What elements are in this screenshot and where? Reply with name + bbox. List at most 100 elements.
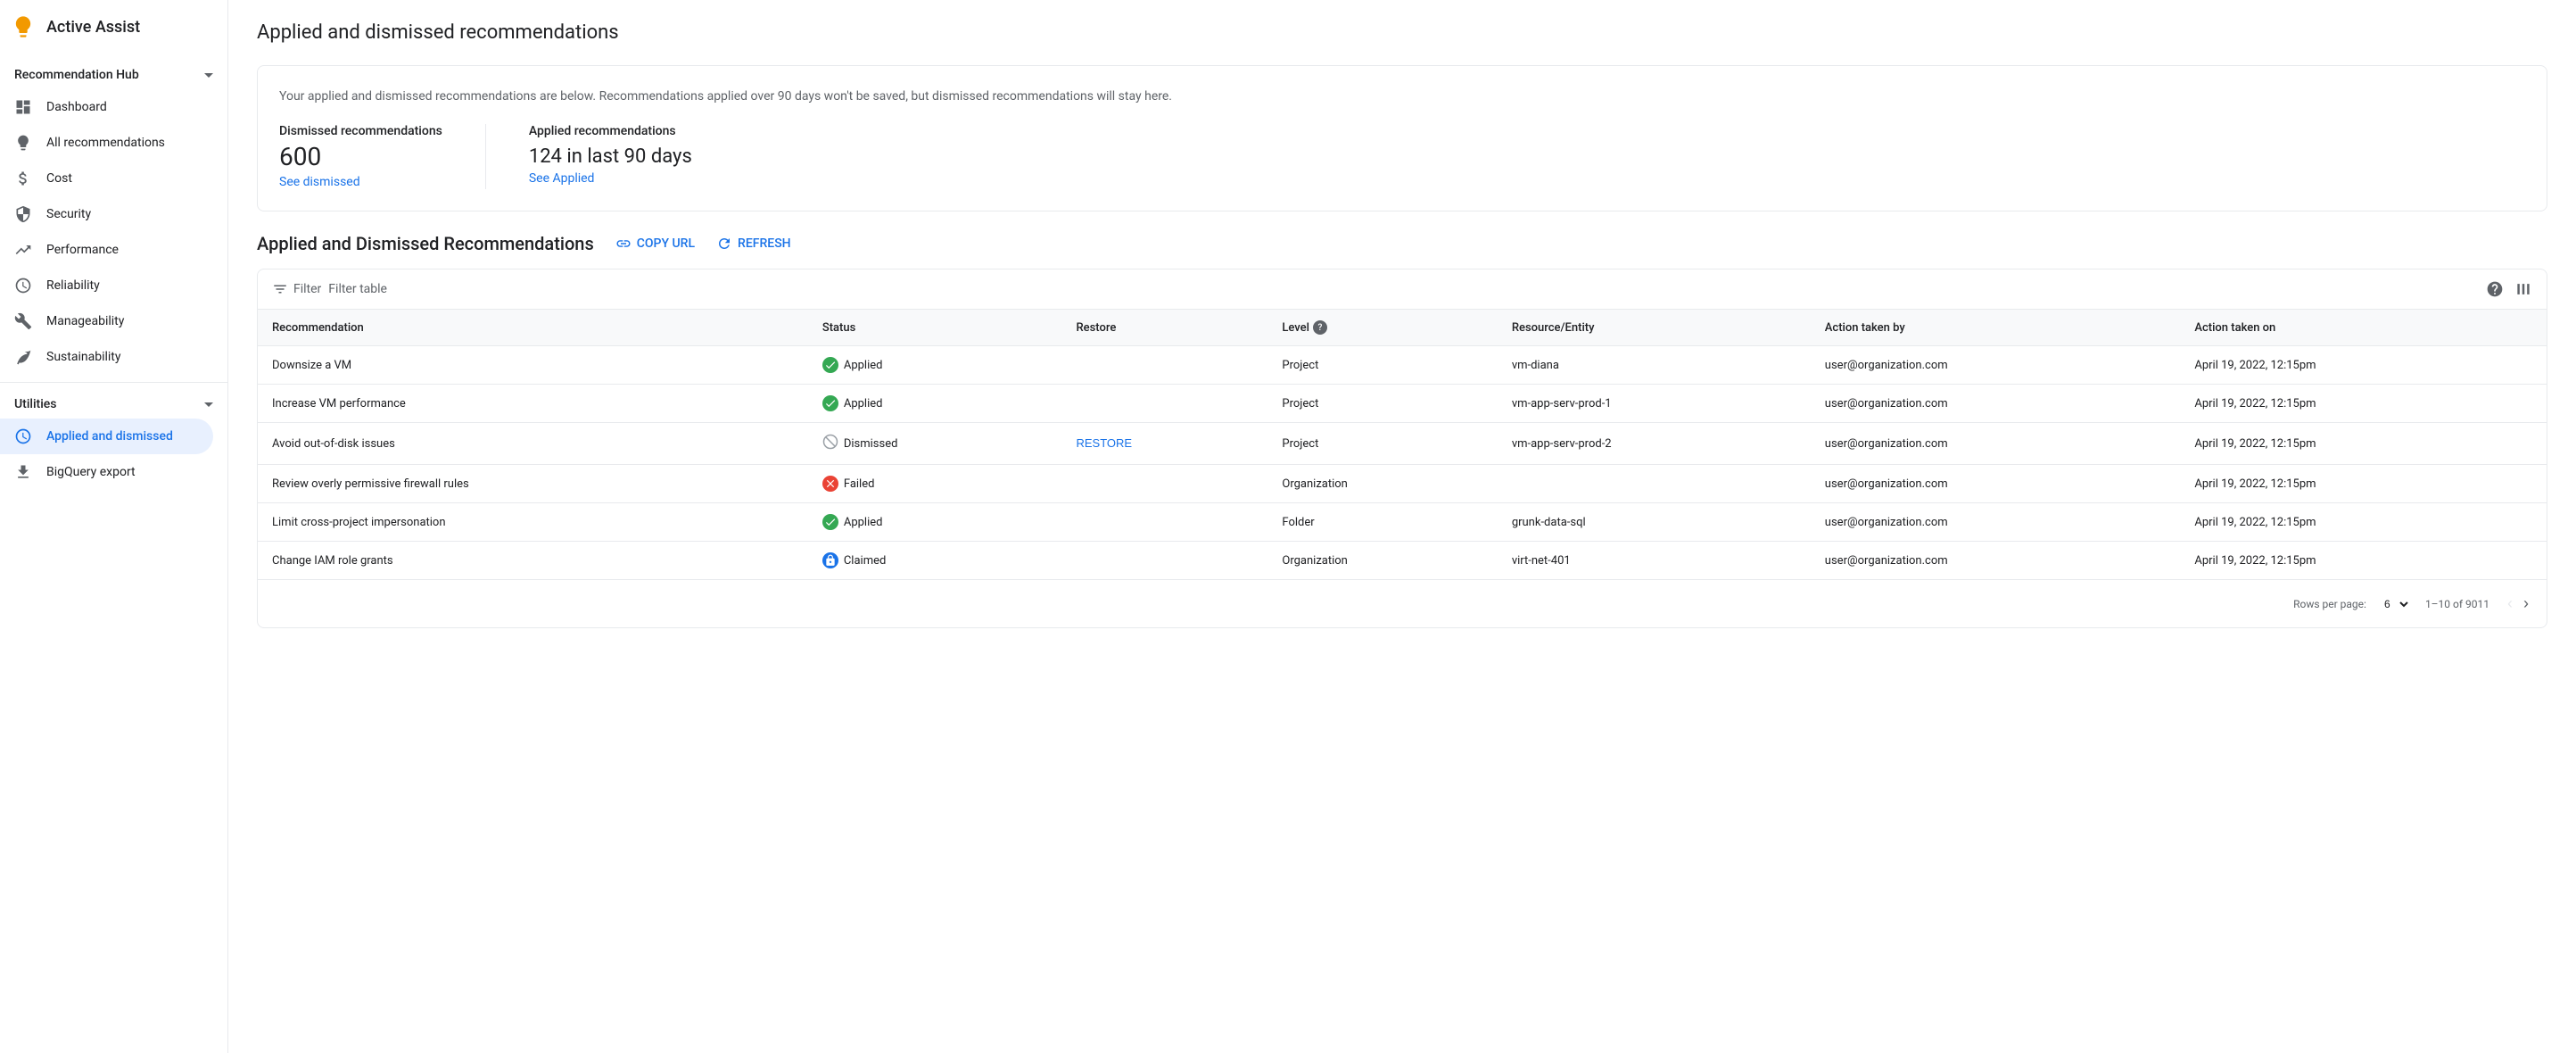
cell-action-by: user@organization.com (1811, 503, 2181, 542)
cell-status: Applied (808, 503, 1062, 542)
cell-action-on: April 19, 2022, 12:15pm (2180, 503, 2547, 542)
cell-level: Project (1267, 423, 1497, 465)
performance-icon (14, 241, 32, 259)
lightbulb-icon (14, 134, 32, 152)
cell-action-on: April 19, 2022, 12:15pm (2180, 346, 2547, 385)
status-text: Claimed (844, 554, 886, 568)
cell-action-by: user@organization.com (1811, 385, 2181, 423)
performance-label: Performance (46, 243, 119, 257)
cost-icon (14, 170, 32, 187)
cell-recommendation: Downsize a VM (258, 346, 808, 385)
manageability-icon (14, 312, 32, 330)
dashboard-icon (14, 98, 32, 116)
cell-level: Folder (1267, 503, 1497, 542)
security-label: Security (46, 207, 91, 221)
dismissed-stat: Dismissed recommendations 600 See dismis… (279, 124, 442, 189)
cell-recommendation: Change IAM role grants (258, 542, 808, 580)
applied-label: Applied recommendations (529, 124, 692, 138)
pagination-range: 1–10 of 9011 (2425, 598, 2489, 610)
copy-url-button[interactable]: COPY URL (615, 236, 695, 252)
status-text: Dismissed (844, 437, 898, 451)
sidebar-item-sustainability[interactable]: Sustainability (0, 339, 213, 375)
refresh-button[interactable]: REFRESH (716, 236, 791, 252)
table-toolbar: Filter Filter table (258, 269, 2547, 310)
sidebar-item-applied-dismissed[interactable]: Applied and dismissed (0, 419, 213, 454)
cell-recommendation: Avoid out-of-disk issues (258, 423, 808, 465)
cell-restore (1061, 503, 1267, 542)
col-level: Level ? (1267, 310, 1497, 346)
cell-action-by: user@organization.com (1811, 465, 2181, 503)
table-body: Downsize a VM Applied Project vm-diana u… (258, 346, 2547, 580)
rows-per-page-control[interactable]: 6 10 25 50 (2381, 597, 2411, 611)
col-action-by: Action taken by (1811, 310, 2181, 346)
info-card-description: Your applied and dismissed recommendatio… (279, 87, 2525, 106)
link-icon (615, 236, 632, 252)
cell-action-on: April 19, 2022, 12:15pm (2180, 465, 2547, 503)
sidebar-item-dashboard[interactable]: Dashboard (0, 89, 213, 125)
columns-button[interactable] (2514, 280, 2532, 298)
filter-button[interactable]: Filter (272, 281, 321, 297)
table-row: Review overly permissive firewall rules … (258, 465, 2547, 503)
cell-action-by: user@organization.com (1811, 423, 2181, 465)
all-recommendations-label: All recommendations (46, 136, 165, 150)
cell-level: Organization (1267, 465, 1497, 503)
next-page-button[interactable]: › (2520, 591, 2532, 617)
help-button[interactable] (2486, 280, 2504, 298)
status-text: Applied (844, 397, 883, 410)
chevron-down-icon (204, 68, 213, 82)
level-help-icon[interactable]: ? (1313, 320, 1327, 335)
copy-url-label: COPY URL (637, 236, 695, 251)
sidebar-item-security[interactable]: Security (0, 196, 213, 232)
cell-resource: virt-net-401 (1498, 542, 1811, 580)
table-row: Limit cross-project impersonation Applie… (258, 503, 2547, 542)
recommendation-hub-section: Recommendation Hub Dashboard All recomme… (0, 61, 227, 375)
status-dot (822, 357, 838, 373)
recommendations-table-container: Filter Filter table (257, 269, 2547, 628)
cell-action-on: April 19, 2022, 12:15pm (2180, 542, 2547, 580)
sustainability-label: Sustainability (46, 350, 120, 364)
section-title: Applied and Dismissed Recommendations (257, 233, 594, 254)
see-dismissed-link[interactable]: See dismissed (279, 175, 442, 189)
sidebar-item-manageability[interactable]: Manageability (0, 303, 213, 339)
recommendations-table: Recommendation Status Restore Level ? Re… (258, 310, 2547, 579)
cell-recommendation: Increase VM performance (258, 385, 808, 423)
sidebar-item-cost[interactable]: Cost (0, 161, 213, 196)
sidebar-item-all-recommendations[interactable]: All recommendations (0, 125, 213, 161)
status-text: Applied (844, 516, 883, 529)
utilities-chevron-icon (204, 397, 213, 411)
recommendation-hub-header[interactable]: Recommendation Hub (0, 61, 227, 89)
prev-page-button[interactable]: ‹ (2504, 591, 2516, 617)
status-dot (822, 514, 838, 530)
refresh-label: REFRESH (738, 236, 791, 251)
filter-area: Filter Filter table (272, 281, 387, 297)
cell-action-on: April 19, 2022, 12:15pm (2180, 385, 2547, 423)
col-status: Status (808, 310, 1062, 346)
table-row: Downsize a VM Applied Project vm-diana u… (258, 346, 2547, 385)
app-title: Active Assist (46, 18, 140, 37)
cell-recommendation: Review overly permissive firewall rules (258, 465, 808, 503)
see-applied-link[interactable]: See Applied (529, 171, 692, 186)
sidebar-item-reliability[interactable]: Reliability (0, 268, 213, 303)
applied-dismissed-icon (14, 427, 32, 445)
cell-action-by: user@organization.com (1811, 346, 2181, 385)
pagination: Rows per page: 6 10 25 50 1–10 of 9011 ‹… (258, 579, 2547, 627)
reliability-icon (14, 277, 32, 294)
cell-action-on: April 19, 2022, 12:15pm (2180, 423, 2547, 465)
cell-resource: vm-app-serv-prod-2 (1498, 423, 1811, 465)
dismissed-count: 600 (279, 142, 442, 171)
applied-dismissed-label: Applied and dismissed (46, 429, 173, 444)
dashboard-label: Dashboard (46, 100, 107, 114)
main-content: Applied and dismissed recommendations Yo… (228, 0, 2576, 1053)
rows-per-page-select[interactable]: 6 10 25 50 (2381, 597, 2411, 611)
recommendation-hub-label: Recommendation Hub (14, 68, 139, 82)
dismissed-label: Dismissed recommendations (279, 124, 442, 138)
applied-stat: Applied recommendations 124 in last 90 d… (529, 124, 692, 189)
filter-placeholder[interactable]: Filter table (328, 282, 387, 296)
info-card: Your applied and dismissed recommendatio… (257, 65, 2547, 211)
utilities-header[interactable]: Utilities (0, 390, 227, 419)
sidebar-item-bigquery-export[interactable]: BigQuery export (0, 454, 213, 490)
col-restore: Restore (1061, 310, 1267, 346)
table-row: Change IAM role grants Claimed Organizat… (258, 542, 2547, 580)
sidebar-item-performance[interactable]: Performance (0, 232, 213, 268)
restore-button[interactable]: RESTORE (1076, 436, 1132, 450)
